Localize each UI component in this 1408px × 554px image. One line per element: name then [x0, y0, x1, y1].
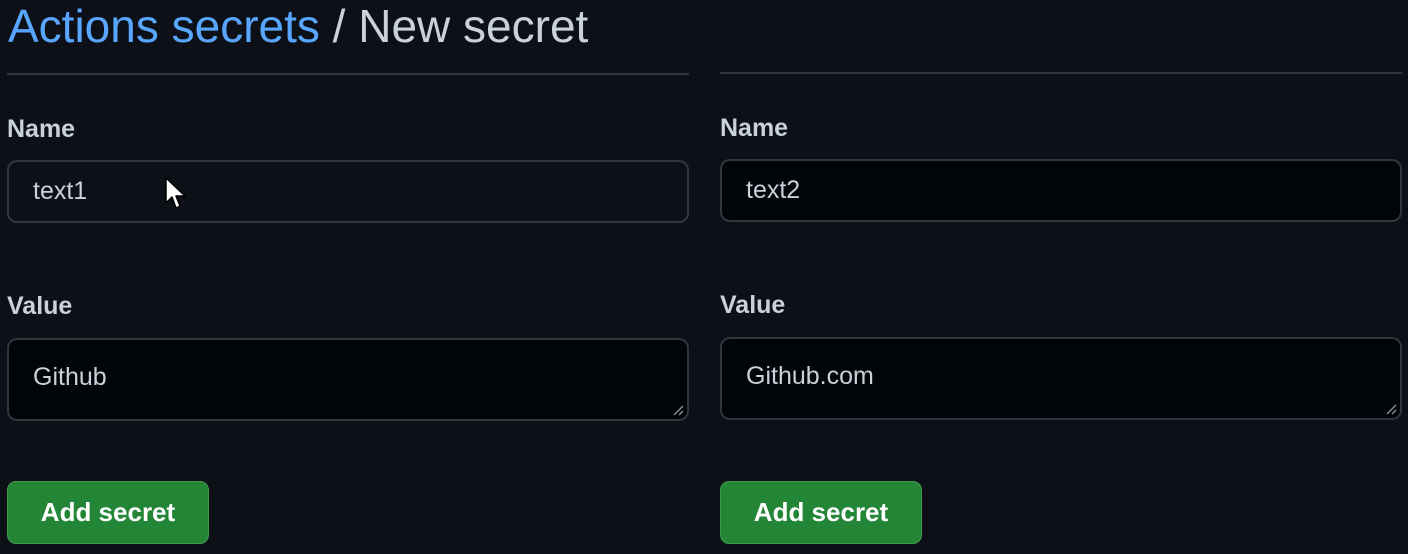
value-text: Github.com: [746, 362, 874, 390]
secret-form-1: Name Value Github Add secret: [7, 0, 689, 554]
name-input[interactable]: [720, 159, 1402, 222]
resize-grip-icon[interactable]: [1385, 403, 1397, 415]
new-secret-page: Actions secrets / New secret Name Value …: [0, 0, 1408, 554]
name-input[interactable]: [7, 160, 689, 223]
add-secret-button[interactable]: Add secret: [7, 481, 209, 544]
header-divider: [720, 72, 1402, 74]
value-text: Github: [33, 363, 107, 391]
name-label: Name: [7, 115, 76, 143]
add-secret-button[interactable]: Add secret: [720, 481, 922, 544]
mouse-pointer-icon: [165, 177, 186, 209]
name-label: Name: [720, 114, 789, 142]
resize-grip-icon[interactable]: [672, 404, 684, 416]
value-textarea[interactable]: Github: [7, 338, 689, 421]
value-textarea[interactable]: Github.com: [720, 337, 1402, 420]
header-divider: [7, 73, 689, 75]
value-label: Value: [7, 292, 73, 320]
value-label: Value: [720, 291, 786, 319]
secret-form-2: Name Value Github.com Add secret: [720, 0, 1402, 554]
